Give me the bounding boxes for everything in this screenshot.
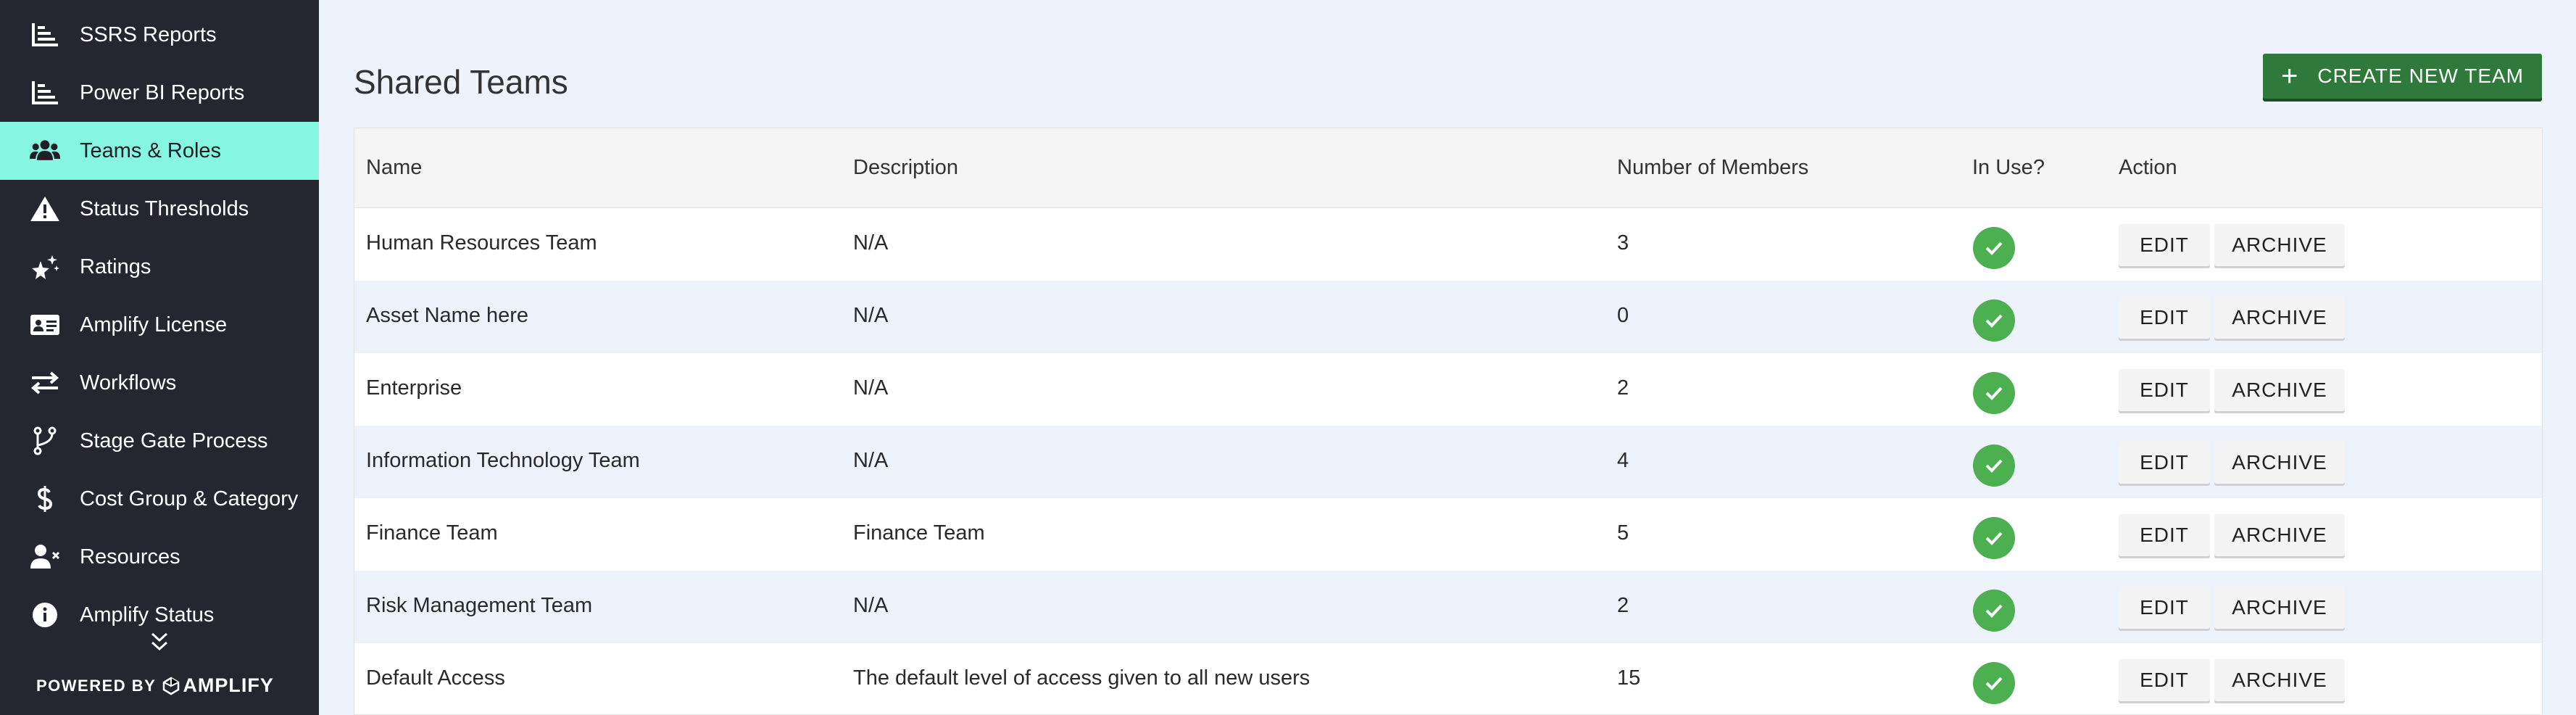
table-row: Enterprise N/A 2 EDIT ARCHIVE xyxy=(354,353,2542,426)
archive-button[interactable]: ARCHIVE xyxy=(2214,297,2345,339)
id-card-icon xyxy=(28,310,62,339)
sidebar-item-label: Status Thresholds xyxy=(80,197,249,220)
team-description: N/A xyxy=(853,376,889,400)
archive-button[interactable]: ARCHIVE xyxy=(2214,369,2345,411)
team-description: N/A xyxy=(853,449,889,472)
in-use-check-icon xyxy=(1973,299,2015,342)
sidebar-item-label: Resources xyxy=(80,545,180,569)
page-title: Shared Teams xyxy=(354,63,568,101)
team-name: Risk Management Team xyxy=(366,594,593,617)
team-name: Human Resources Team xyxy=(366,231,597,255)
teams-table: Name Description Number of Members In Us… xyxy=(354,128,2543,715)
team-description: Finance Team xyxy=(853,521,985,545)
sidebar-item-resources[interactable]: Resources xyxy=(0,528,319,586)
powered-by-text: POWERED BY xyxy=(36,676,157,695)
bar-chart-icon xyxy=(28,20,62,49)
team-description: N/A xyxy=(853,594,889,617)
team-member-count: 3 xyxy=(1617,231,1629,255)
archive-button[interactable]: ARCHIVE xyxy=(2214,514,2345,556)
sidebar-item-stage-gate-process[interactable]: Stage Gate Process xyxy=(0,412,319,470)
sidebar-item-ratings[interactable]: Ratings xyxy=(0,238,319,296)
column-header-description[interactable]: Description xyxy=(853,156,958,180)
team-description: N/A xyxy=(853,304,889,327)
table-row: Finance Team Finance Team 5 EDIT ARCHIVE xyxy=(354,498,2542,571)
table-row: Asset Name here N/A 0 EDIT ARCHIVE xyxy=(354,281,2542,353)
create-new-team-button[interactable]: + CREATE NEW TEAM xyxy=(2263,54,2542,99)
team-name: Enterprise xyxy=(366,376,462,400)
sidebar-item-teams-roles[interactable]: Teams & Roles xyxy=(0,122,319,180)
in-use-check-icon xyxy=(1973,590,2015,632)
team-name: Asset Name here xyxy=(366,304,529,327)
sidebar-item-cost-group-category[interactable]: Cost Group & Category xyxy=(0,470,319,528)
sidebar-item-power-bi-reports[interactable]: Power BI Reports xyxy=(0,64,319,122)
team-member-count: 4 xyxy=(1617,449,1629,472)
in-use-check-icon xyxy=(1973,662,2015,704)
sidebar: SSRS Reports Power BI Reports Teams & Ro… xyxy=(0,0,319,715)
sidebar-item-label: Ratings xyxy=(80,255,151,278)
amplify-logo-icon xyxy=(163,677,180,695)
user-remove-icon xyxy=(28,542,62,571)
branch-icon xyxy=(28,426,62,455)
team-member-count: 15 xyxy=(1617,666,1641,690)
edit-button[interactable]: EDIT xyxy=(2119,442,2210,484)
edit-button[interactable]: EDIT xyxy=(2119,587,2210,629)
team-name: Information Technology Team xyxy=(366,449,640,472)
sidebar-item-status-thresholds[interactable]: Status Thresholds xyxy=(0,180,319,238)
create-new-team-label: CREATE NEW TEAM xyxy=(2317,65,2524,87)
archive-button[interactable]: ARCHIVE xyxy=(2214,442,2345,484)
amplify-brand-text: AMPLIFY xyxy=(183,674,274,696)
sidebar-item-label: Teams & Roles xyxy=(80,139,222,162)
sidebar-item-label: SSRS Reports xyxy=(80,22,217,46)
in-use-check-icon xyxy=(1973,445,2015,487)
edit-button[interactable]: EDIT xyxy=(2119,514,2210,556)
sidebar-item-amplify-license[interactable]: Amplify License xyxy=(0,296,319,354)
sidebar-item-label: Amplify Status xyxy=(80,603,215,627)
table-row: Risk Management Team N/A 2 EDIT ARCHIVE xyxy=(354,571,2542,643)
edit-button[interactable]: EDIT xyxy=(2119,224,2210,266)
team-name: Finance Team xyxy=(366,521,498,545)
powered-by-footer: POWERED BY AMPLIFY xyxy=(36,674,274,697)
info-icon xyxy=(28,600,62,629)
edit-button[interactable]: EDIT xyxy=(2119,297,2210,339)
sidebar-item-workflows[interactable]: Workflows xyxy=(0,354,319,412)
team-member-count: 0 xyxy=(1617,304,1629,327)
warning-icon xyxy=(28,194,62,223)
team-member-count: 2 xyxy=(1617,594,1629,617)
sidebar-item-label: Power BI Reports xyxy=(80,80,245,104)
sparkle-star-icon xyxy=(28,252,62,281)
team-name: Default Access xyxy=(366,666,505,690)
plus-icon: + xyxy=(2280,60,2299,92)
table-header: Name Description Number of Members In Us… xyxy=(354,128,2542,208)
team-description: N/A xyxy=(853,231,889,255)
in-use-check-icon xyxy=(1973,227,2015,269)
dollar-icon xyxy=(28,484,62,513)
table-row: Information Technology Team N/A 4 EDIT A… xyxy=(354,426,2542,498)
sidebar-item-ssrs-reports[interactable]: SSRS Reports xyxy=(0,6,319,64)
sidebar-item-label: Stage Gate Process xyxy=(80,429,268,452)
in-use-check-icon xyxy=(1973,517,2015,559)
team-member-count: 5 xyxy=(1617,521,1629,545)
bar-chart-icon xyxy=(28,78,62,107)
chevron-double-down-icon[interactable] xyxy=(146,629,173,656)
column-header-in-use[interactable]: In Use? xyxy=(1972,156,2045,180)
users-icon xyxy=(28,136,62,165)
amplify-logo: AMPLIFY xyxy=(162,674,274,697)
archive-button[interactable]: ARCHIVE xyxy=(2214,587,2345,629)
column-header-action: Action xyxy=(2119,156,2177,179)
table-row: Default Access The default level of acce… xyxy=(354,643,2542,715)
archive-button[interactable]: ARCHIVE xyxy=(2214,224,2345,266)
column-header-name[interactable]: Name xyxy=(366,156,422,180)
table-row: Human Resources Team N/A 3 EDIT ARCHIVE xyxy=(354,208,2542,281)
team-member-count: 2 xyxy=(1617,376,1629,400)
sidebar-item-label: Amplify License xyxy=(80,313,228,336)
in-use-check-icon xyxy=(1973,372,2015,414)
column-header-members[interactable]: Number of Members xyxy=(1617,156,1808,180)
edit-button[interactable]: EDIT xyxy=(2119,659,2210,701)
sidebar-item-label: Cost Group & Category xyxy=(80,487,299,511)
swap-arrows-icon xyxy=(28,368,62,397)
archive-button[interactable]: ARCHIVE xyxy=(2214,659,2345,701)
team-description: The default level of access given to all… xyxy=(853,666,1310,690)
sidebar-item-label: Workflows xyxy=(80,371,177,394)
edit-button[interactable]: EDIT xyxy=(2119,369,2210,411)
